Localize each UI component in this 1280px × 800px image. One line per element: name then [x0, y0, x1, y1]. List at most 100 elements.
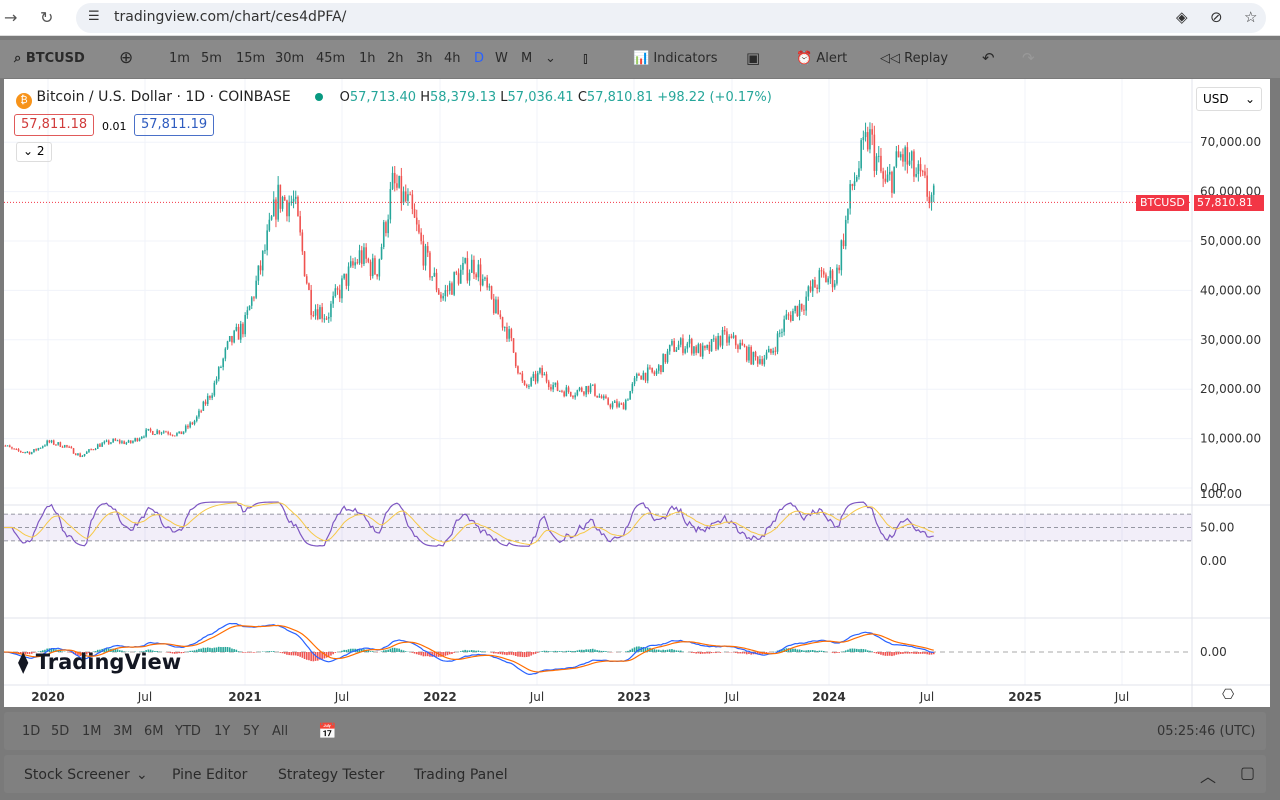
macd-histogram-bar [924, 652, 926, 654]
interval-M[interactable]: M [521, 51, 532, 66]
panel-tab-strategy-tester[interactable]: Strategy Tester [278, 767, 384, 783]
currency-select[interactable]: USD ⌄ [1196, 87, 1262, 111]
interval-15m[interactable]: 15m [236, 51, 265, 66]
range-6m[interactable]: 6M [144, 724, 164, 739]
candle-body [246, 310, 249, 315]
range-1y[interactable]: 1Y [214, 724, 230, 739]
macd-histogram-bar [893, 652, 895, 656]
candle-body [283, 197, 286, 201]
candle-body [781, 331, 783, 333]
panel-tab-trading-panel[interactable]: Trading Panel [414, 767, 508, 783]
interval-30m[interactable]: 30m [275, 51, 304, 66]
macd-histogram-bar [794, 648, 796, 652]
collapse-panel-icon[interactable]: ︿ [1200, 763, 1216, 787]
candle-body [620, 403, 623, 405]
replay-button[interactable]: ◁◁ Replay [880, 51, 948, 66]
macd-histogram-bar [213, 647, 216, 652]
price-tick-label: 70,000.00 [1200, 135, 1261, 149]
maximize-panel-icon[interactable]: ▢ [1240, 763, 1255, 782]
symbol-search[interactable]: ⌕ BTCUSD [14, 51, 85, 66]
macd-histogram-bar [477, 650, 480, 652]
candle-body [860, 140, 862, 169]
candle-body [242, 323, 244, 335]
chart-canvas[interactable]: 70,000.0060,000.0050,000.0040,000.0030,0… [4, 79, 1270, 707]
interval-dropdown-icon[interactable]: ⌄ [545, 51, 556, 66]
candle-body [162, 431, 165, 433]
candle-body [662, 354, 664, 373]
interval-3h[interactable]: 3h [416, 51, 433, 66]
symbol-title[interactable]: Bitcoin / U.S. Dollar · 1D · COINBASE [36, 89, 290, 105]
macd-histogram-bar [717, 652, 719, 653]
candle-body [825, 274, 827, 283]
range-1d[interactable]: 1D [22, 724, 40, 739]
panel-tab-pine-editor[interactable]: Pine Editor [172, 767, 247, 783]
candle-body [561, 390, 563, 392]
compare-add-icon[interactable]: ⊕ [119, 48, 133, 68]
candle-body [400, 175, 403, 204]
candle-body [690, 339, 693, 354]
eye-off-icon[interactable]: ⊘ [1210, 8, 1223, 26]
layouts-icon[interactable]: ▣ [746, 49, 760, 67]
candle-body [365, 247, 367, 259]
interval-1h[interactable]: 1h [359, 51, 376, 66]
candle-body [532, 374, 535, 378]
candle-body [871, 129, 873, 135]
macd-histogram-bar [662, 649, 664, 652]
macd-histogram-bar [567, 650, 570, 652]
macd-histogram-bar [330, 652, 332, 656]
candle-body [739, 342, 741, 350]
chart-area[interactable]: 70,000.00 60,000.00 50,000.00 40,000.00 30,0… [4, 79, 1270, 707]
sell-price-button[interactable]: 57,811.18 [14, 114, 95, 136]
price-tick-label: 40,000.00 [1200, 283, 1261, 297]
candles-icon[interactable]: ⫾ [583, 49, 588, 67]
interval-W[interactable]: W [495, 51, 508, 66]
buy-price-button[interactable]: 57,811.19 [134, 114, 215, 136]
range-ytd[interactable]: YTD [175, 724, 201, 739]
interval-1m[interactable]: 1m [169, 51, 190, 66]
collapse-indicators-button[interactable]: ⌄ 2 [16, 142, 52, 162]
range-1m[interactable]: 1M [82, 724, 102, 739]
timezone-button[interactable]: 05:25:46 (UTC) [1157, 724, 1255, 739]
macd-histogram-bar [475, 650, 477, 652]
interval-2h[interactable]: 2h [387, 51, 404, 66]
forward-icon[interactable]: → [4, 8, 17, 27]
range-5y[interactable]: 5Y [243, 724, 259, 739]
star-icon[interactable]: ☆ [1244, 8, 1257, 26]
screener-dropdown-icon[interactable]: ⌄ [136, 767, 148, 783]
macd-histogram-bar [470, 650, 473, 652]
candle-body [297, 196, 299, 217]
alert-button[interactable]: ⏰ Alert [796, 51, 847, 66]
price-tick-label: 50,000.00 [1200, 234, 1261, 248]
eye-icon[interactable]: ◈ [1176, 8, 1188, 26]
indicators-button[interactable]: 📊 Indicators [633, 51, 718, 66]
range-all[interactable]: All [272, 724, 288, 739]
macd-histogram-bar [305, 652, 308, 660]
interval-45m[interactable]: 45m [316, 51, 345, 66]
site-settings-icon[interactable]: ☰ [88, 9, 100, 24]
range-3m[interactable]: 3M [113, 724, 133, 739]
candle-body [134, 438, 136, 442]
candle-body [712, 338, 715, 340]
undo-icon[interactable]: ↶ [982, 49, 995, 67]
candle-body [217, 367, 220, 380]
interval-4h[interactable]: 4h [444, 51, 461, 66]
macd-histogram-bar [446, 652, 449, 656]
candle-body [849, 184, 851, 209]
redo-icon[interactable]: ↷ [1022, 49, 1035, 67]
range-5d[interactable]: 5D [51, 724, 69, 739]
reload-icon[interactable]: ↻ [40, 8, 53, 27]
panel-tab-stock-screener[interactable]: Stock Screener [24, 767, 130, 783]
candle-body [745, 346, 748, 361]
macd-histogram-bar [745, 652, 748, 655]
goto-date-icon[interactable]: 📅 [318, 722, 337, 740]
candle-body [55, 444, 57, 446]
address-bar[interactable]: ☰ tradingview.com/chart/ces4dPFA/ ◈ ⊘ ☆ [76, 3, 1266, 33]
candle-body [640, 375, 642, 380]
candle-body [602, 396, 605, 399]
time-tick-label: Jul [137, 690, 152, 704]
interval-5m[interactable]: 5m [201, 51, 222, 66]
candle-body [398, 175, 400, 188]
macd-histogram-bar [906, 652, 909, 654]
interval-D[interactable]: D [474, 51, 484, 66]
chart-settings-icon[interactable]: ⎔ [1222, 687, 1234, 703]
